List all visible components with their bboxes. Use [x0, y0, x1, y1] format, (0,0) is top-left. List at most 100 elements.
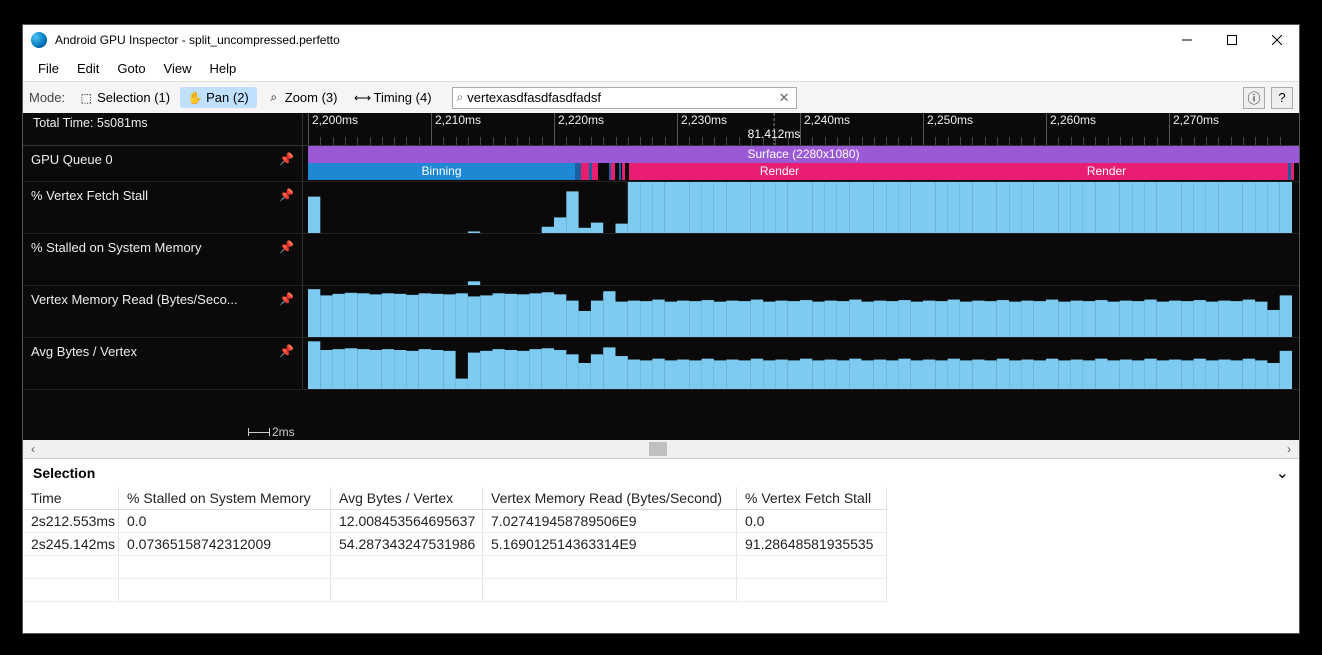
column-header[interactable]: % Vertex Fetch Stall: [737, 487, 887, 510]
tool-timing[interactable]: ⟷ Timing (4): [348, 87, 440, 108]
scroll-right-icon[interactable]: ›: [1285, 442, 1293, 456]
table-cell: 0.0: [119, 510, 331, 533]
track-vertex-memory-read: Vertex Memory Read (Bytes/Seco... 📌: [23, 286, 1299, 338]
clear-search-icon[interactable]: ✕: [777, 90, 792, 106]
track-label-gpu-queue: GPU Queue 0 📌: [23, 146, 303, 181]
track-avg-bytes-vertex: Avg Bytes / Vertex 📌: [23, 338, 1299, 390]
gpu-segment[interactable]: [619, 163, 621, 180]
track-label-avg-bytes: Avg Bytes / Vertex 📌: [23, 338, 303, 389]
close-button[interactable]: [1254, 25, 1299, 55]
tool-zoom-label: Zoom (3): [285, 90, 338, 105]
gpu-segment[interactable]: Binning: [308, 163, 575, 180]
table-row: [23, 579, 1299, 602]
track-label-vertex-fetch: % Vertex Fetch Stall 📌: [23, 182, 303, 233]
table-cell: 54.287343247531986: [331, 533, 483, 556]
menu-view[interactable]: View: [155, 58, 201, 79]
table-cell: 0.0: [737, 510, 887, 533]
table-cell: 2s245.142ms: [23, 533, 119, 556]
gpu-segment[interactable]: [622, 163, 625, 180]
gpu-segment[interactable]: [592, 163, 598, 180]
track-label-text: % Stalled on System Memory: [31, 240, 202, 255]
window-controls: [1164, 25, 1299, 55]
pin-icon[interactable]: 📌: [279, 292, 294, 306]
zoom-icon: ⌕: [267, 91, 281, 105]
tool-pan-label: Pan (2): [206, 90, 249, 105]
menu-help[interactable]: Help: [201, 58, 246, 79]
tool-selection[interactable]: ⬚Selection (1): [71, 87, 178, 108]
table-row: [23, 556, 1299, 579]
table-cell: 7.027419458789506E9: [483, 510, 737, 533]
track-body-stalled-mem[interactable]: [303, 234, 1299, 285]
pin-icon[interactable]: 📌: [279, 240, 294, 254]
timeline[interactable]: Total Time: 5s081ms 2ms 2,200ms2,210ms2,…: [23, 113, 1299, 440]
time-ruler[interactable]: 2,200ms2,210ms2,220ms2,230ms2,240ms2,250…: [303, 113, 1299, 145]
window-title: Android GPU Inspector - split_uncompress…: [55, 33, 1164, 47]
gpu-segment[interactable]: [611, 163, 615, 180]
column-header[interactable]: % Stalled on System Memory: [119, 487, 331, 510]
search-input[interactable]: [467, 90, 776, 105]
track-label-stalled-mem: % Stalled on System Memory 📌: [23, 234, 303, 285]
track-vertex-fetch-stall: % Vertex Fetch Stall 📌: [23, 182, 1299, 234]
pin-icon[interactable]: 📌: [279, 344, 294, 358]
selection-title: Selection: [33, 465, 95, 481]
selection-table: Time% Stalled on System MemoryAvg Bytes …: [23, 487, 1299, 602]
track-gpu-queue: GPU Queue 0 📌 Surface (2280x1080)Binning…: [23, 146, 1299, 182]
info-button[interactable]: ⓘ: [1243, 87, 1265, 109]
table-header: Time% Stalled on System MemoryAvg Bytes …: [23, 487, 1299, 510]
tool-pan[interactable]: ✋Pan (2): [180, 87, 257, 108]
track-label-text: Avg Bytes / Vertex: [31, 344, 137, 359]
menu-goto[interactable]: Goto: [108, 58, 154, 79]
tool-timing-label: Timing (4): [374, 90, 432, 105]
timing-icon: ⟷: [356, 91, 370, 105]
track-body-avg-bytes[interactable]: [303, 338, 1299, 389]
tool-zoom[interactable]: ⌕ Zoom (3): [259, 87, 346, 108]
time-marker[interactable]: 81.412ms: [748, 127, 801, 141]
column-header[interactable]: Time: [23, 487, 119, 510]
selection-header: Selection ⌄: [23, 458, 1299, 487]
selection-icon: ⬚: [79, 91, 93, 105]
maximize-button[interactable]: [1209, 25, 1254, 55]
track-body-vertex-fetch[interactable]: [303, 182, 1299, 233]
app-icon: [31, 32, 47, 48]
minimize-button[interactable]: [1164, 25, 1209, 55]
horizontal-scrollbar[interactable]: ‹ ›: [23, 440, 1299, 458]
table-cell: 5.169012514363314E9: [483, 533, 737, 556]
track-label-vmr: Vertex Memory Read (Bytes/Seco... 📌: [23, 286, 303, 337]
scroll-track[interactable]: [37, 442, 1285, 456]
gpu-segment[interactable]: Render: [930, 163, 1283, 180]
gpu-segment[interactable]: Render: [629, 163, 930, 180]
search-icon: ⌕: [457, 90, 464, 105]
menu-file[interactable]: File: [29, 58, 68, 79]
pin-icon[interactable]: 📌: [279, 188, 294, 202]
search-box[interactable]: ⌕ ✕: [452, 87, 797, 109]
help-button[interactable]: ?: [1271, 87, 1293, 109]
app-window: Android GPU Inspector - split_uncompress…: [22, 24, 1300, 634]
table-cell: 0.07365158742312009: [119, 533, 331, 556]
track-label-text: % Vertex Fetch Stall: [31, 188, 148, 203]
table-cell: 12.008453564695637: [331, 510, 483, 533]
time-header: Total Time: 5s081ms 2ms 2,200ms2,210ms2,…: [23, 113, 1299, 146]
scale-hint: 2ms: [248, 425, 295, 439]
titlebar: Android GPU Inspector - split_uncompress…: [23, 25, 1299, 55]
track-stalled-memory: % Stalled on System Memory 📌: [23, 234, 1299, 286]
track-body-vmr[interactable]: [303, 286, 1299, 337]
surface-bar[interactable]: Surface (2280x1080): [308, 146, 1299, 163]
scroll-thumb[interactable]: [649, 442, 667, 456]
menu-edit[interactable]: Edit: [68, 58, 108, 79]
track-body-gpu-queue[interactable]: Surface (2280x1080)Binning RenderRender: [303, 146, 1299, 181]
scale-hint-label: 2ms: [272, 425, 295, 439]
selection-panel: Selection ⌄ Time% Stalled on System Memo…: [23, 458, 1299, 633]
chevron-down-icon[interactable]: ⌄: [1276, 463, 1289, 483]
column-header[interactable]: Vertex Memory Read (Bytes/Second): [483, 487, 737, 510]
gpu-segment[interactable]: [581, 163, 589, 180]
column-header[interactable]: Avg Bytes / Vertex: [331, 487, 483, 510]
table-row[interactable]: 2s245.142ms0.0736515874231200954.2873432…: [23, 533, 1299, 556]
table-row[interactable]: 2s212.553ms0.012.0084535646956377.027419…: [23, 510, 1299, 533]
gpu-segment[interactable]: [1291, 163, 1294, 180]
toolbar: Mode: ⬚Selection (1) ✋Pan (2) ⌕Zoom (3) …: [23, 81, 1299, 113]
total-time-label: Total Time: 5s081ms: [33, 116, 148, 130]
track-label-text: Vertex Memory Read (Bytes/Seco...: [31, 292, 238, 307]
scroll-left-icon[interactable]: ‹: [29, 442, 37, 456]
mode-label: Mode:: [29, 90, 65, 105]
pin-icon[interactable]: 📌: [279, 152, 294, 166]
